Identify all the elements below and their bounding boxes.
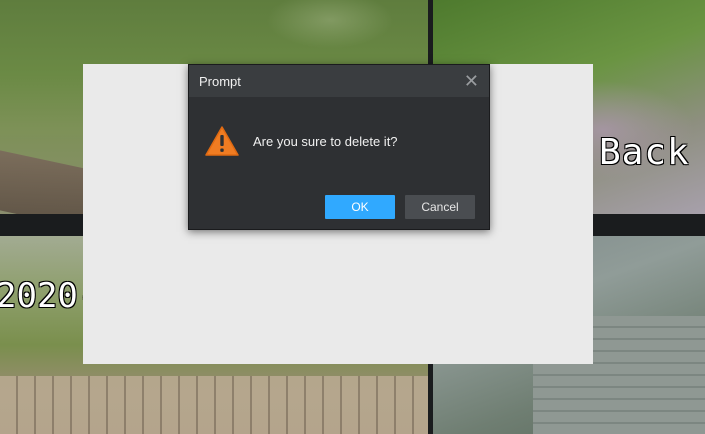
dialog-title: Prompt (199, 73, 241, 89)
warning-icon (205, 125, 239, 157)
ok-button[interactable]: OK (325, 195, 395, 219)
confirm-dialog: Prompt ✕ Are you sure to delete it? OK C… (188, 64, 490, 230)
camera-feed-image (0, 376, 428, 434)
camera-osd-label: Back (599, 132, 690, 173)
dialog-footer: OK Cancel (325, 195, 475, 219)
close-icon[interactable]: ✕ (464, 72, 479, 90)
dialog-message: Are you sure to delete it? (253, 133, 398, 149)
dialog-body: Are you sure to delete it? (189, 97, 489, 157)
dialog-header: Prompt ✕ (189, 65, 489, 97)
cancel-button[interactable]: Cancel (405, 195, 475, 219)
